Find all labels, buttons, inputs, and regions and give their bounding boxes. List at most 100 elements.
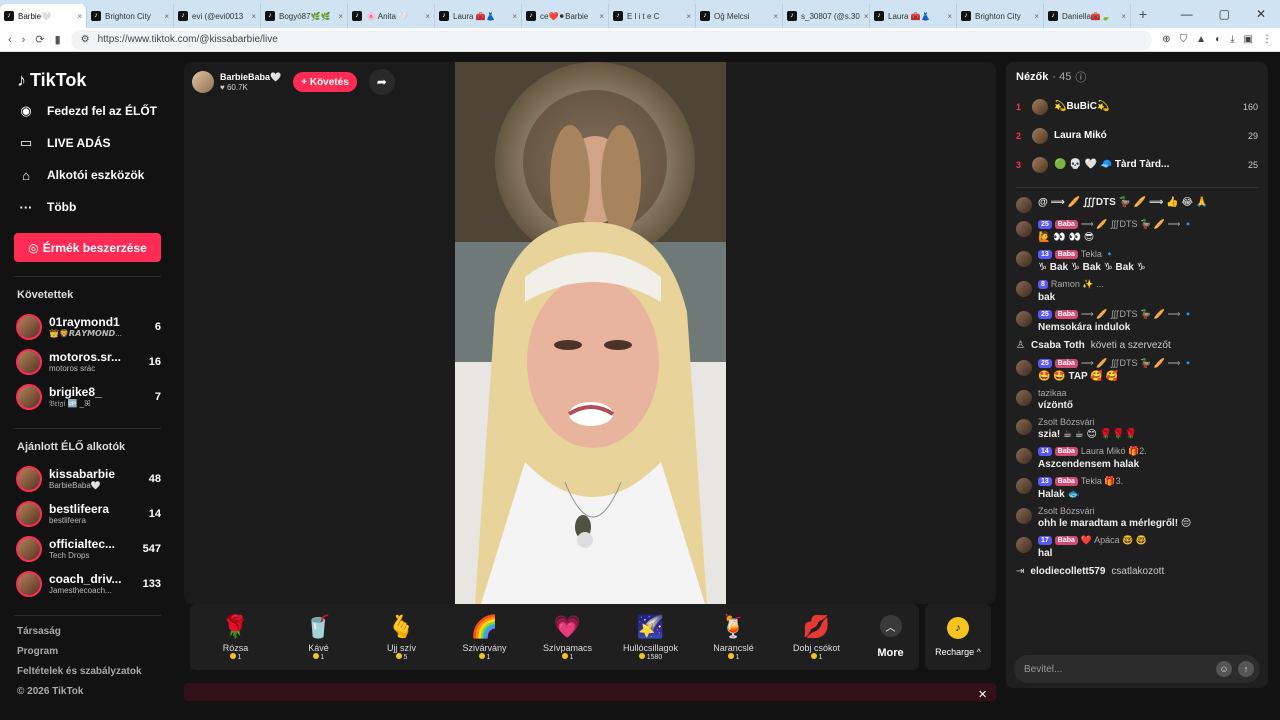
host-info[interactable]: BarbieBaba🤍 ♥ 60.7K — [220, 72, 281, 92]
chat-message[interactable]: Zsolt Bózsvári szia! ☕ ☕ 😊 🌹🌹🌹 — [1006, 414, 1268, 443]
close-tab-icon[interactable]: × — [77, 12, 82, 21]
browser-tab[interactable]: ♪ ce❤️⚫Barbie × — [522, 4, 609, 28]
top-viewer-row[interactable]: 1 💫BuBiC💫 160 — [1006, 92, 1268, 121]
more-gifts-button[interactable]: ︿ More — [862, 615, 919, 659]
chat-message[interactable]: @ ⟹ 🥖 ∭DTS 🦆 🥖 ⟹ 👍 😂 🙏 — [1006, 192, 1268, 216]
sidebar-nav-item[interactable]: ⌂ Alkotói eszközök — [17, 159, 161, 191]
back-icon[interactable]: ‹ — [8, 34, 12, 46]
send-icon[interactable]: ↑ — [1238, 661, 1254, 677]
download-icon[interactable]: ⤓ — [1230, 34, 1234, 45]
close-tab-icon[interactable]: × — [251, 12, 256, 21]
chat-username[interactable]: ⟹ 🥖 ∭DTS 🦆 🥖 ⟹ 🔹 — [1081, 309, 1194, 320]
account-item[interactable]: motoros.sr... motoros srác 16 — [16, 344, 161, 379]
chat-message[interactable]: 14 Baba Laura Mikó 🎁2. Aszcendensem halak — [1006, 443, 1268, 473]
browser-tab[interactable]: ♪ s_30807 (@s.30 × — [783, 4, 870, 28]
gift-item[interactable]: 💋 Dobj csókot 1 — [775, 613, 858, 661]
chat-username[interactable]: Laura Mikó 🎁2. — [1081, 446, 1147, 457]
forward-icon[interactable]: › — [22, 34, 26, 46]
top-viewer-row[interactable]: 3 🟢 💀 🤍 🧢 Tàrd Tàrd... 25 — [1006, 150, 1268, 179]
browser-tab[interactable]: ♪ Brighton City × — [957, 4, 1044, 28]
tiktok-logo[interactable]: ♪ TikTok — [17, 70, 161, 91]
recharge-button[interactable]: ♪ Recharge ^ — [925, 604, 991, 670]
share-button[interactable]: ➦ — [368, 69, 395, 95]
gift-item[interactable]: 🌹 Rózsa 1 — [194, 613, 277, 661]
live-video[interactable] — [455, 62, 726, 604]
chat-message[interactable]: 25 Baba ⟹ 🥖 ∭DTS 🦆 🥖 ⟹ 🔹 Nemsokára indulok — [1006, 306, 1268, 336]
account-item[interactable]: 01raymond1 👑🦁𝙍𝘼𝙔𝙈𝙊𝙉𝘿... 6 — [16, 309, 161, 344]
chat-message[interactable]: 13 Baba Tekla 🔹 ♑ Bak ♑ Bak ♑ Bak ♑ — [1006, 246, 1268, 276]
account-item[interactable]: coach_driv... Jamesthecoach... 133 — [16, 566, 161, 601]
browser-tab[interactable]: ♪ E l i t e C × — [609, 4, 696, 28]
get-coins-button[interactable]: ◎ Érmék beszerzése — [14, 233, 161, 262]
system-user[interactable]: Csaba Toth — [1031, 340, 1085, 351]
browser-tab[interactable]: ♪ 🌸 Anita 🤍 × — [348, 4, 435, 28]
chat-message[interactable]: 25 Baba ⟹ 🥖 ∭DTS 🦆 🥖 ⟹ 🔹 🙋 👀 👀 😎 — [1006, 216, 1268, 246]
close-tab-icon[interactable]: × — [947, 12, 952, 21]
browser-tab[interactable]: ♪ Barbie🤍 × — [0, 4, 87, 28]
reload-icon[interactable]: ⟳ — [35, 33, 44, 46]
close-tab-icon[interactable]: × — [599, 12, 604, 21]
maximize-icon[interactable]: ▢ — [1219, 7, 1230, 21]
chat-username[interactable]: Ramon ✨ ... — [1051, 279, 1104, 290]
chat-message[interactable]: 25 Baba ⟹ 🥖 ∭DTS 🦆 🥖 ⟹ 🔹 🤩 🤩 TAP 🥰 🥰 — [1006, 355, 1268, 385]
top-viewer-row[interactable]: 2 Laura Mikó 29 — [1006, 121, 1268, 150]
sidebar-nav-item[interactable]: ◉ Fedezd fel az ÉLŐT — [17, 95, 161, 127]
browser-tab[interactable]: ♪ Laura 🧰👗 × — [435, 4, 522, 28]
sidebar-nav-item[interactable]: ▭ LIVE ADÁS — [17, 127, 161, 159]
follow-button[interactable]: + Követés — [293, 72, 357, 92]
address-bar[interactable]: ⚙ https://www.tiktok.com/@kissabarbie/li… — [70, 29, 1153, 50]
gift-item[interactable]: 🫰 Ujj szív 5 — [360, 613, 443, 661]
browser-tab[interactable]: ♪ Daniella🧰🍃 × — [1044, 4, 1131, 28]
account-item[interactable]: officialtec... Tech Drops 547 — [16, 531, 161, 566]
sidepanel-icon[interactable]: ▣ — [1244, 34, 1253, 45]
host-avatar[interactable] — [192, 71, 214, 93]
close-tab-icon[interactable]: × — [864, 12, 869, 21]
system-user[interactable]: elodiecollett579 — [1030, 566, 1105, 577]
close-window-icon[interactable]: ✕ — [1256, 7, 1266, 21]
browser-tab[interactable]: ♪ Oğ Melcsi × — [696, 4, 783, 28]
footer-link[interactable]: Társaság — [17, 622, 161, 642]
chat-message[interactable]: 8 Ramon ✨ ... bak — [1006, 276, 1268, 306]
close-tab-icon[interactable]: × — [686, 12, 691, 21]
gift-item[interactable]: 🌠 Hullócsillagok 1580 — [609, 613, 692, 661]
zoom-icon[interactable]: ⊕ — [1162, 34, 1170, 45]
close-icon[interactable]: ✕ — [978, 688, 987, 701]
close-tab-icon[interactable]: × — [338, 12, 343, 21]
minimize-icon[interactable]: — — [1181, 7, 1193, 21]
promo-banner[interactable] — [184, 683, 996, 701]
gift-item[interactable]: 🥤 Kávé 1 — [277, 613, 360, 661]
chat-username[interactable]: ⟹ 🥖 ∭DTS 🦆 🥖 ⟹ 🔹 — [1081, 358, 1194, 369]
chat-message[interactable]: tazikaa vízöntő — [1006, 385, 1268, 414]
emoji-icon[interactable]: ☺ — [1216, 661, 1232, 677]
warning-icon[interactable]: ▲ — [1196, 34, 1206, 45]
browser-tab[interactable]: ♪ evi (@evi0013 × — [174, 4, 261, 28]
chat-username[interactable]: Tekla 🎁3. — [1081, 476, 1123, 487]
menu-icon[interactable]: ⋮ — [1262, 34, 1272, 45]
info-icon[interactable]: ⓘ — [1075, 69, 1086, 85]
browser-tab[interactable]: ♪ Brighton City × — [87, 4, 174, 28]
close-tab-icon[interactable]: × — [1121, 12, 1126, 21]
chat-username[interactable]: Zsolt Bózsvári — [1038, 506, 1095, 516]
account-item[interactable]: brigike8_ 𝔅𝔯𝔦𝔤𝔦 🆙 _ꕤ 7 — [16, 379, 161, 414]
chat-message[interactable]: 13 Baba Tekla 🎁3. Halak 🐟 — [1006, 473, 1268, 503]
chat-message[interactable]: Zsolt Bózsvári ohh le maradtam a mérlegrő… — [1006, 503, 1268, 532]
chat-message[interactable]: 17 Baba ❤️ Apáca 🤓 🤓 hal — [1006, 532, 1268, 562]
sidebar-nav-item[interactable]: ··· Több — [17, 191, 161, 223]
footer-link[interactable]: Feltételek és szabályzatok — [17, 662, 161, 682]
account-item[interactable]: bestlifeera bestlifeera 14 — [16, 496, 161, 531]
close-tab-icon[interactable]: × — [1034, 12, 1039, 21]
chat-username[interactable]: tazikaa — [1038, 388, 1067, 398]
new-tab-button[interactable]: + — [1131, 6, 1155, 22]
close-tab-icon[interactable]: × — [425, 12, 430, 21]
footer-link[interactable]: Program — [17, 642, 161, 662]
close-tab-icon[interactable]: × — [773, 12, 778, 21]
close-tab-icon[interactable]: × — [164, 12, 169, 21]
gift-item[interactable]: 💗 Szívpamacs 1 — [526, 613, 609, 661]
account-item[interactable]: kissabarbie BarbieBaba🤍 48 — [16, 461, 161, 496]
chat-username[interactable]: ⟹ 🥖 ∭DTS 🦆 🥖 ⟹ 🔹 — [1081, 219, 1194, 230]
chat-username[interactable]: Zsolt Bózsvári — [1038, 417, 1095, 427]
gift-item[interactable]: 🌈 Szivárvány 1 — [443, 613, 526, 661]
browser-tab[interactable]: ♪ Laura 🧰👗 × — [870, 4, 957, 28]
site-info-icon[interactable]: ⚙ — [81, 34, 90, 45]
chat-input[interactable]: Bevitel... ☺ ↑ — [1014, 655, 1260, 683]
